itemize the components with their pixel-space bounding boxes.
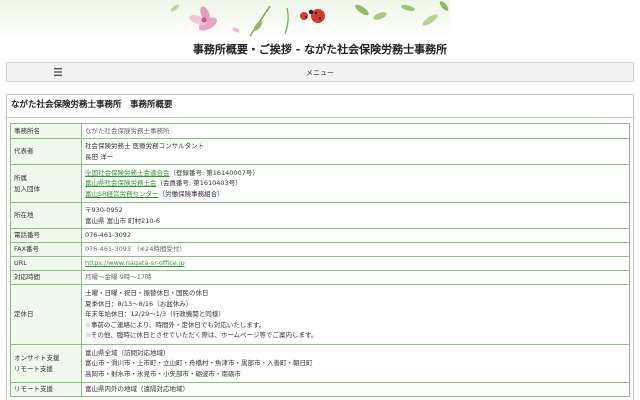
main-content: ながた社会保険労務士事務所 事務所概要 事務所名 ながた社会保険労務士事務所 代…: [6, 94, 634, 400]
representative-name: 長田 洋一: [85, 152, 114, 161]
holidays-label: 定休日: [10, 284, 82, 345]
table-row: FAX番号 076-461-3093 （※24時間受付）: [10, 242, 630, 257]
link-national-federation[interactable]: 全国社会保険労務士会連合会: [85, 169, 170, 177]
fax-value: 076-461-3093 （※24時間受付）: [81, 242, 630, 257]
support-area-value: 富山県全域（訪問対応地域） 富山市・滑川市・上市町・立山町・舟橋村・魚津市・黒部…: [81, 344, 630, 383]
flower-icon: [189, 6, 218, 31]
remote-support-label: リモート支援: [10, 382, 82, 397]
menu-bar[interactable]: メニュー: [6, 62, 634, 82]
phone-value[interactable]: 076-461-3092: [81, 228, 630, 243]
link-toyama-association[interactable]: 富山県社会保険労務士会: [85, 179, 157, 187]
leaf-icon: [355, 1, 449, 26]
table-row: オンサイト支援 リモート支援 富山県全域（訪問対応地域） 富山市・滑川市・上市町…: [10, 344, 630, 383]
office-info-table: 事務所名 ながた社会保険労務士事務所 代表者 社会保険労務士 医療労務コンサルタ…: [10, 123, 630, 397]
area-line: 高岡市・射水市・氷見市・小矢部市・砺波市・南砺市: [85, 369, 241, 378]
website-link[interactable]: https://www.nagata-sr-office.jp: [85, 259, 185, 267]
holiday-line: ☆その他、臨時に休日とさせていただく際は、ホームページ等でご案内します。: [85, 331, 318, 340]
table-row: 定休日 土曜・日曜・祝日・振替休日・国民の休日 夏季休日：8/13～8/16（お…: [10, 284, 630, 345]
table-row: 電話番号 076-461-3092: [10, 228, 630, 243]
hours-value: 月曜～金曜 9時～17時: [81, 270, 630, 285]
phone-label: 電話番号: [10, 228, 82, 243]
address-label: 所在地: [10, 202, 82, 229]
menu-label[interactable]: メニュー: [7, 63, 633, 83]
page-title-text: 事務所概要・ご挨拶 - ながた社会保険労務士事務所: [192, 43, 448, 56]
table-row: 代表者 社会保険労務士 医療労務コンサルタント 長田 洋一: [10, 138, 630, 165]
area-line: 富山県全域（訪問対応地域）: [85, 348, 170, 357]
representative-label: 代表者: [10, 138, 82, 165]
link-toyama-sr-center[interactable]: 富山SR経営労務センター: [85, 190, 159, 198]
url-value: https://www.nagata-sr-office.jp: [81, 256, 630, 271]
url-label: URL: [10, 256, 82, 271]
hours-label: 対応時間: [10, 270, 82, 285]
affiliation-value: 全国社会保険労務士会連合会（登録番号: 第16140007号） 富山県社会保険労…: [81, 164, 630, 203]
banner-illustration: [170, 1, 449, 37]
postal-code: 〒930-0952: [85, 206, 123, 214]
table-row: 事務所名 ながた社会保険労務士事務所: [10, 123, 630, 139]
section-heading: ながた社会保険労務士事務所 事務所概要: [7, 95, 633, 118]
stem-icon: [249, 5, 271, 37]
holidays-value: 土曜・日曜・祝日・振替休日・国民の休日 夏季休日：8/13～8/16（お盆休み）…: [81, 284, 630, 345]
area-line: 富山市・滑川市・上市町・立山町・舟橋村・魚津市・黒部市・入善町・朝日町: [85, 359, 313, 368]
table-row: リモート支援 富山県内外の地域（遠隔対応地域）: [10, 382, 630, 397]
holiday-line: 夏季休日：8/13～8/16（お盆休み）: [85, 299, 193, 308]
office-name-label: 事務所名: [10, 123, 82, 139]
address-value: 〒930-0952 富山県 富山市 町村210-6: [81, 202, 630, 229]
table-row: 対応時間 月曜～金曜 9時～17時: [10, 270, 630, 285]
page-title: 事務所概要・ご挨拶 - ながた社会保険労務士事務所: [0, 38, 640, 62]
membership-note: （会員番号: 第1610403号）: [156, 179, 242, 188]
table-row: 所在地 〒930-0952 富山県 富山市 町村210-6: [10, 202, 630, 229]
header-banner: [0, 0, 450, 38]
onsite-label: オンサイト支援: [14, 354, 60, 362]
support-area-label: オンサイト支援 リモート支援: [10, 344, 82, 383]
affiliation-label-line2: 加入団体: [14, 184, 40, 193]
affiliation-label-line1: 所属: [14, 174, 27, 182]
remote-support-value: 富山県内外の地域（遠隔対応地域）: [81, 382, 630, 397]
holiday-line: 年末年始休日：12/29～1/3（行政機関と同様）: [85, 310, 225, 319]
association-note: （労働保険事務組合）: [158, 189, 224, 198]
table-row: 所属 加入団体 全国社会保険労務士会連合会（登録番号: 第16140007号） …: [10, 164, 630, 203]
holiday-line: 土曜・日曜・祝日・振替休日・国民の休日: [85, 289, 209, 298]
street-address: 富山県 富山市 町村210-6: [85, 216, 161, 225]
holiday-line: ☆事前のご連絡により、時間外・定休日でも対応いたします。: [85, 320, 266, 329]
fax-label: FAX番号: [10, 242, 82, 257]
registration-note: （登録番号: 第16140007号）: [169, 168, 259, 177]
representative-title: 社会保険労務士 医療労務コンサルタント: [85, 142, 205, 150]
remote-label: リモート支援: [14, 364, 53, 373]
affiliation-label: 所属 加入団体: [10, 164, 82, 203]
ladybug-icon: [300, 9, 325, 23]
table-row: URL https://www.nagata-sr-office.jp: [10, 256, 630, 271]
office-name-value: ながた社会保険労務士事務所: [81, 123, 630, 139]
representative-value: 社会保険労務士 医療労務コンサルタント 長田 洋一: [81, 138, 630, 165]
